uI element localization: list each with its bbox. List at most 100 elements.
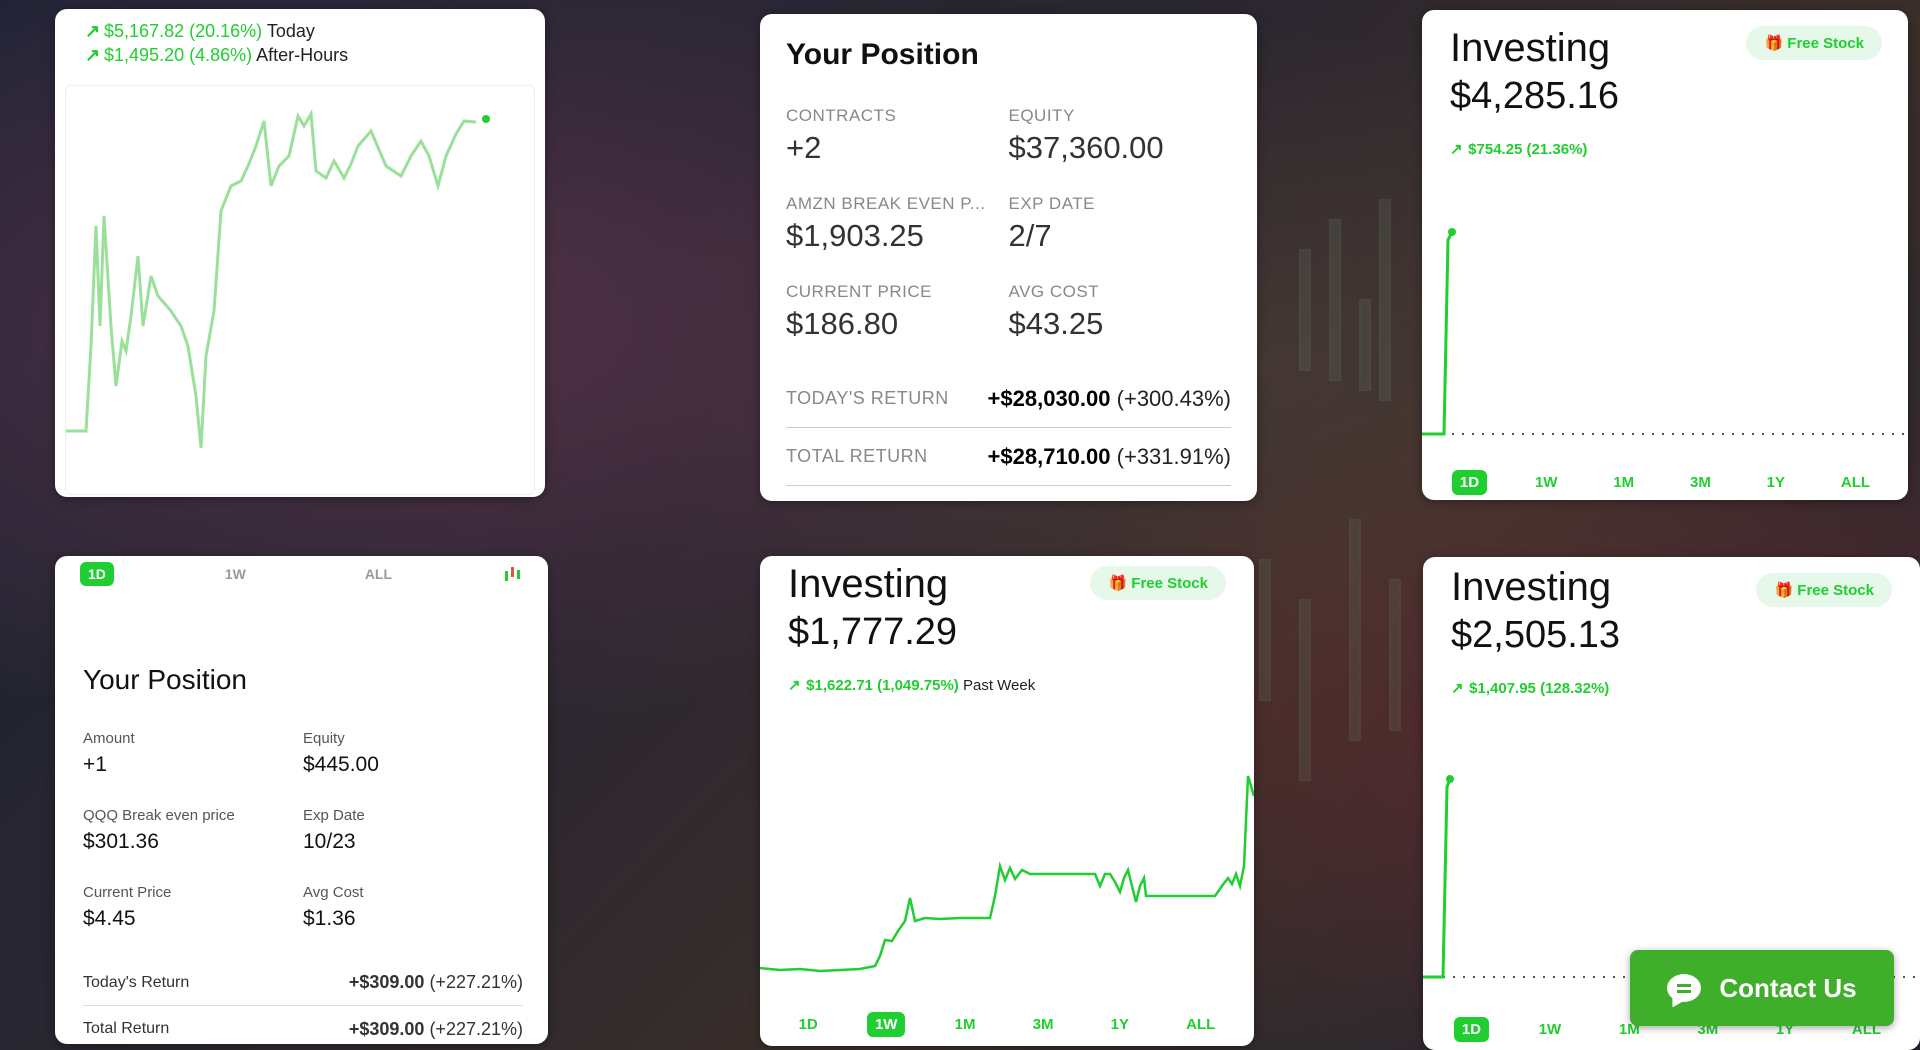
current-price-label: CURRENT PRICE (786, 282, 932, 301)
performance-line-chart (66, 109, 490, 449)
avg-cost-cell: AVG COST $43.25 (1009, 282, 1232, 370)
total-return-value: +$28,710.00 (987, 443, 1111, 469)
investing-line (1422, 231, 1454, 436)
expdate-cell: EXP DATE 2/7 (1009, 194, 1232, 282)
time-range-tabs: 1D 1W 1M 3M 1Y ALL (1422, 470, 1908, 495)
todays-return-row: TODAY'S RETURN +$28,030.00 (+300.43%) (786, 370, 1231, 428)
breakeven-value: $301.36 (83, 830, 159, 853)
current-price-value: $186.80 (786, 306, 899, 341)
investing-change-value: $1,407.95 (128.32%) (1469, 680, 1610, 697)
after-hours-label: After-Hours (256, 45, 349, 65)
chat-icon (1667, 974, 1702, 1002)
investing-chart[interactable] (1422, 210, 1908, 470)
investing-card-1: Investing $4,285.16 ↗ $754.25 (21.36%) 🎁… (1422, 10, 1908, 500)
free-stock-label: Free Stock (1787, 35, 1864, 52)
tab-1m[interactable]: 1M (947, 1012, 984, 1037)
gift-icon: 🎁 (1774, 582, 1794, 599)
position-details: Amount +1 Equity $445.00 QQQ Break even … (83, 730, 523, 961)
expdate-value: 10/23 (303, 830, 356, 853)
free-stock-button[interactable]: 🎁 Free Stock (1090, 566, 1226, 600)
investing-title: Investing (788, 562, 949, 606)
total-return-pct: (+227.21%) (429, 1018, 523, 1039)
performance-line (66, 109, 477, 449)
equity-cell: Equity $445.00 (303, 730, 523, 807)
free-stock-button[interactable]: 🎁 Free Stock (1756, 573, 1892, 607)
investing-amount: $4,285.16 (1450, 75, 1620, 117)
contact-us-label: Contact Us (1719, 972, 1857, 1003)
tab-3m[interactable]: 3M (1025, 1012, 1062, 1037)
avg-cost-label: Avg Cost (303, 884, 364, 901)
investing-card-2: Investing $1,777.29 ↗ $1,622.71 (1,049.7… (760, 556, 1254, 1046)
breakeven-cell: AMZN BREAK EVEN P... $1,903.25 (786, 194, 1009, 282)
free-stock-label: Free Stock (1797, 582, 1874, 599)
investing-amount: $1,777.29 (788, 611, 958, 653)
amount-label: Amount (83, 730, 135, 747)
tab-1y[interactable]: 1Y (1759, 470, 1793, 495)
todays-return-pct: (+300.43%) (1116, 385, 1231, 411)
expdate-cell: Exp Date 10/23 (303, 807, 523, 884)
tab-1y[interactable]: 1Y (1103, 1012, 1137, 1037)
investing-chart[interactable] (760, 756, 1254, 996)
up-arrow-icon: ↗ (1450, 141, 1463, 158)
investing-amount: $2,505.13 (1451, 614, 1621, 656)
investing-title: Investing (1450, 26, 1611, 70)
tab-all[interactable]: ALL (1833, 470, 1878, 495)
avg-cost-cell: Avg Cost $1.36 (303, 884, 523, 961)
contact-us-button[interactable]: Contact Us (1630, 950, 1894, 1026)
free-stock-label: Free Stock (1131, 575, 1208, 592)
tab-all[interactable]: ALL (357, 562, 400, 586)
current-price-cell: Current Price $4.45 (83, 884, 303, 961)
expdate-label: Exp Date (303, 807, 365, 824)
position-title: Your Position (786, 38, 979, 71)
tab-1d[interactable]: 1D (791, 1012, 826, 1037)
tab-1m[interactable]: 1M (1605, 470, 1642, 495)
today-change-value: $5,167.82 (20.16%) (104, 21, 263, 41)
tab-1d[interactable]: 1D (80, 562, 114, 586)
breakeven-label: QQQ Break even price (83, 807, 235, 824)
todays-return-value: +$309.00 (348, 972, 425, 992)
tab-1w[interactable]: 1W (866, 1012, 906, 1037)
todays-return-label: TODAY'S RETURN (786, 388, 949, 408)
investing-change-value: $754.25 (21.36%) (1468, 141, 1588, 158)
tab-all[interactable]: ALL (1178, 1012, 1223, 1037)
tab-1w[interactable]: 1W (1527, 470, 1566, 495)
avg-cost-value: $1.36 (303, 907, 356, 930)
today-change-row: ↗ $5,167.82 (20.16%) Today (55, 19, 545, 43)
contracts-label: CONTRACTS (786, 106, 897, 125)
current-price-cell: CURRENT PRICE $186.80 (786, 282, 1009, 370)
todays-return-pct: (+227.21%) (429, 972, 523, 992)
account-performance-card: ↗ $5,167.82 (20.16%) Today ↗ $1,495.20 (… (55, 9, 545, 497)
todays-return-value: +$28,030.00 (987, 385, 1111, 411)
tab-1w[interactable]: 1W (217, 562, 254, 586)
tab-1d[interactable]: 1D (1451, 470, 1488, 495)
candlestick-chart-icon[interactable] (503, 565, 523, 583)
tab-1d[interactable]: 1D (1453, 1017, 1490, 1042)
amount-value: +1 (83, 753, 107, 776)
avg-cost-value: $43.25 (1008, 306, 1104, 341)
total-return-row: Total Return +$309.00 (+227.21%) (83, 1006, 523, 1044)
equity-cell: EQUITY $37,360.00 (1009, 106, 1232, 194)
tab-1w[interactable]: 1W (1531, 1017, 1570, 1042)
amzn-position-card: Your Position CONTRACTS +2 EQUITY $37,36… (760, 14, 1257, 501)
expdate-label: EXP DATE (1008, 194, 1096, 213)
after-hours-row: ↗ $1,495.20 (4.86%) After-Hours (55, 43, 545, 67)
performance-chart[interactable] (65, 85, 535, 495)
tab-3m[interactable]: 3M (1682, 470, 1719, 495)
total-return-row: TOTAL RETURN +$28,710.00 (+331.91%) (786, 428, 1231, 486)
contracts-cell: CONTRACTS +2 (786, 106, 1009, 194)
up-arrow-icon: ↗ (85, 45, 101, 65)
free-stock-button[interactable]: 🎁 Free Stock (1746, 26, 1882, 60)
total-return-label: TOTAL RETURN (786, 446, 928, 466)
investing-change: ↗ $1,622.71 (1,049.75%) Past Week (788, 676, 1035, 694)
equity-label: EQUITY (1008, 106, 1075, 125)
gift-icon: 🎁 (1764, 35, 1784, 52)
todays-return-row: Today's Return +$309.00 (+227.21%) (83, 960, 523, 1006)
equity-label: Equity (303, 730, 345, 747)
current-price-label: Current Price (83, 884, 172, 901)
equity-value: $445.00 (303, 753, 379, 776)
contracts-value: +2 (786, 130, 822, 165)
up-arrow-icon: ↗ (1451, 680, 1464, 697)
amount-cell: Amount +1 (83, 730, 303, 807)
investing-line-endpoint (1446, 775, 1454, 783)
investing-line (1423, 778, 1452, 979)
